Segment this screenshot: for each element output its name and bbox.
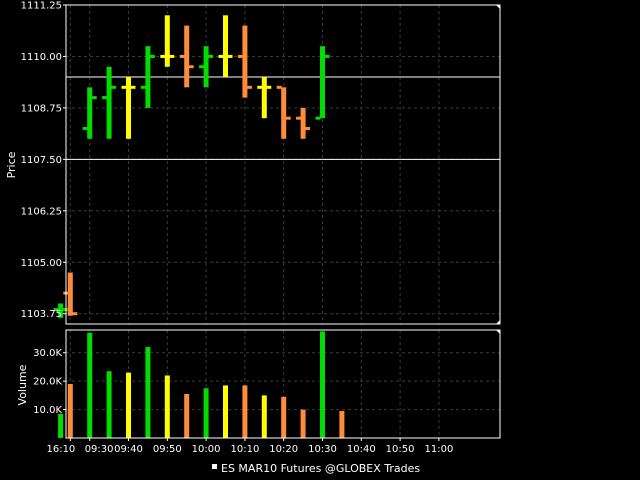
volume-bars	[58, 331, 345, 438]
time-tick-label: 09:30	[85, 444, 114, 455]
time-tick-label: 11:00	[424, 444, 453, 455]
ohlc-bar	[145, 46, 151, 108]
ohlc-open-tick	[199, 65, 205, 69]
ohlc-open-tick	[276, 85, 282, 89]
volume-bar	[300, 409, 306, 438]
legend-label: ES MAR10 Futures @GLOBEX Trades	[221, 462, 420, 475]
volume-axis-ticks: 10.0K 20.0K 30.0K	[33, 348, 66, 416]
volume-axis-label: Volume	[16, 364, 29, 405]
time-tick-label: 09:40	[114, 444, 143, 455]
price-panel-grid	[66, 4, 500, 324]
ohlc-bar	[261, 77, 267, 119]
ohlc-close-tick	[208, 54, 214, 58]
ohlc-bar	[300, 107, 306, 139]
ohlc-close-tick	[91, 96, 97, 100]
ohlc-open-tick	[296, 116, 302, 120]
ohlc-bar	[242, 25, 248, 98]
legend: ES MAR10 Futures @GLOBEX Trades	[212, 462, 420, 475]
volume-bar	[106, 371, 112, 438]
ohlc-open-tick	[179, 54, 185, 58]
ohlc-close-tick	[227, 54, 233, 58]
volume-bar	[320, 331, 325, 438]
price-tick-label: 1106.25	[21, 206, 62, 217]
corner-marker	[496, 330, 500, 334]
volume-bar	[58, 413, 64, 438]
volume-bar	[67, 384, 73, 438]
price-tick-label: 1110.00	[21, 52, 62, 63]
volume-bar	[281, 396, 287, 438]
price-axis-label: Price	[5, 151, 18, 178]
price-tick-label: 1107.50	[21, 155, 62, 166]
ohlc-bar	[106, 66, 112, 139]
ohlc-bar	[203, 46, 209, 88]
ohlc-bar	[67, 272, 73, 316]
ohlc-close-tick	[324, 54, 330, 58]
price-panel-frame	[65, 4, 501, 325]
ohlc-open-tick	[257, 85, 263, 89]
volume-tick-label: 30.0K	[33, 348, 62, 359]
volume-bar	[261, 395, 267, 438]
legend-marker	[212, 464, 217, 469]
volume-bar	[164, 375, 170, 438]
ohlc-open-tick	[82, 126, 88, 130]
ohlc-open-tick	[218, 54, 224, 58]
corner-marker	[496, 320, 500, 324]
volume-bar	[203, 388, 209, 438]
time-tick-label: 10:50	[386, 444, 415, 455]
ohlc-open-tick	[102, 96, 108, 100]
volume-bar	[87, 332, 93, 438]
time-tick-label: 10:00	[192, 444, 221, 455]
time-tick-label: 10:40	[347, 444, 376, 455]
ohlc-bar	[126, 77, 131, 139]
price-tick-label: 1105.00	[21, 258, 62, 269]
price-bars	[53, 15, 330, 318]
ohlc-close-tick	[149, 54, 155, 58]
price-tick-label: 1111.25	[21, 1, 62, 12]
time-tick-label: 10:20	[269, 444, 298, 455]
ohlc-close-tick	[305, 126, 311, 130]
time-tick-label: 16:10	[46, 444, 75, 455]
volume-tick-label: 10.0K	[33, 405, 62, 416]
panel-frames	[65, 4, 501, 439]
ohlc-bar	[223, 15, 228, 78]
volume-bar	[184, 393, 190, 438]
price-tick-label: 1103.75	[21, 309, 62, 320]
volume-bar	[223, 385, 228, 438]
ohlc-close-tick	[285, 116, 291, 120]
time-tick-label: 10:10	[230, 444, 259, 455]
ohlc-open-tick	[160, 54, 166, 58]
ohlc-close-tick	[111, 85, 117, 89]
ohlc-close-tick	[246, 85, 252, 89]
volume-bar	[126, 372, 131, 438]
ohlc-volume-chart: 1103.75 1105.00 1106.25 1107.50 1108.75 1110.…	[5, 1, 501, 475]
volume-bar	[339, 411, 345, 438]
ohlc-open-tick	[237, 54, 243, 58]
ohlc-bar	[184, 25, 190, 88]
ohlc-open-tick	[140, 85, 146, 89]
time-tick-label: 09:50	[153, 444, 182, 455]
volume-tick-label: 20.0K	[33, 377, 62, 388]
price-axis-ticks: 1103.75 1105.00 1106.25 1107.50 1108.75 1110.…	[21, 1, 66, 320]
ohlc-close-tick	[266, 85, 272, 89]
corner-marker	[496, 5, 500, 9]
volume-bar	[145, 347, 151, 438]
ohlc-bar	[320, 46, 325, 119]
time-axis-ticks: 16:10 09:30 09:40 09:50 10:00 10:10 10:20 10:30…	[46, 438, 453, 455]
ohlc-close-tick	[130, 85, 136, 89]
ohlc-bar	[281, 87, 287, 139]
ohlc-close-tick	[72, 312, 78, 316]
ohlc-bar	[164, 15, 170, 67]
volume-bar	[242, 385, 248, 438]
ohlc-close-tick	[62, 308, 68, 312]
time-tick-label: 10:30	[308, 444, 337, 455]
price-tick-label: 1108.75	[21, 103, 62, 114]
ohlc-open-tick	[121, 85, 127, 89]
ohlc-bar	[87, 87, 93, 139]
ohlc-open-tick	[315, 116, 321, 120]
ohlc-close-tick	[188, 65, 194, 69]
ohlc-close-tick	[169, 54, 175, 58]
